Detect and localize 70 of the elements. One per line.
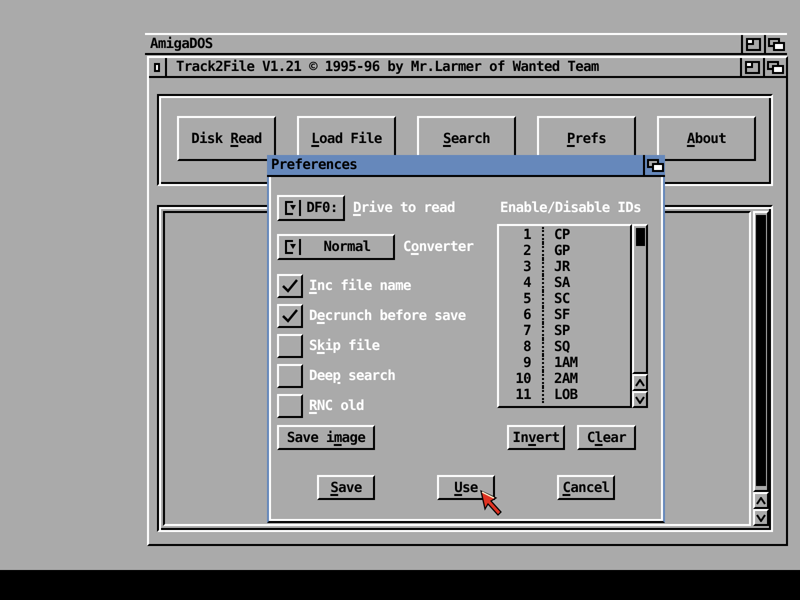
- down-chevron-icon: [756, 514, 766, 522]
- down-chevron-icon: [635, 396, 645, 404]
- depth-button[interactable]: [643, 155, 665, 175]
- scroll-up-button[interactable]: [632, 374, 648, 391]
- id-name[interactable]: SP: [542, 323, 570, 339]
- scroll-up-button[interactable]: [753, 492, 769, 509]
- zoom-button[interactable]: [741, 35, 764, 53]
- screen-title: AmigaDOS: [149, 36, 213, 52]
- id-number[interactable]: 11: [499, 387, 542, 403]
- overlapping-squares-icon: [768, 38, 785, 50]
- id-name[interactable]: LOB: [542, 387, 578, 403]
- window-title: Track2File V1.21 © 1995-96 by Mr.Larmer of Wanted Team: [175, 59, 599, 75]
- id-name[interactable]: SA: [542, 275, 570, 291]
- id-name[interactable]: 1AM: [542, 355, 578, 371]
- nested-squares-icon: [746, 38, 761, 50]
- checkbox-label: RNC old: [309, 398, 364, 414]
- id-name[interactable]: JR: [542, 259, 570, 275]
- id-number[interactable]: 1: [499, 227, 542, 243]
- depth-button[interactable]: [764, 35, 787, 53]
- scroll-down-button[interactable]: [753, 509, 769, 526]
- overlapping-squares-icon: [646, 158, 664, 172]
- list-button[interactable]: Clear: [577, 425, 636, 450]
- id-name[interactable]: GP: [542, 243, 570, 259]
- action-button[interactable]: About: [657, 116, 756, 161]
- id-number[interactable]: 7: [499, 323, 542, 339]
- checkbox-label: Skip file: [309, 338, 380, 354]
- depth-button[interactable]: [763, 58, 786, 76]
- checkbox-label: Deep search: [309, 368, 396, 384]
- checkbox[interactable]: [277, 304, 303, 328]
- checkbox-label: Inc file name: [309, 278, 411, 294]
- cycle-label: Converter: [403, 239, 474, 255]
- id-number[interactable]: 9: [499, 355, 542, 371]
- id-number[interactable]: 3: [499, 259, 542, 275]
- dialog-button[interactable]: Use: [437, 475, 495, 500]
- checkbox[interactable]: [277, 274, 303, 298]
- id-name[interactable]: 2AM: [542, 371, 578, 387]
- id-number[interactable]: 10: [499, 371, 542, 387]
- close-icon: [154, 62, 160, 72]
- nested-squares-icon: [745, 60, 760, 74]
- cycle-icon: [284, 239, 296, 255]
- cycle-button[interactable]: DF0:: [277, 195, 345, 221]
- save-image-button[interactable]: Save image: [277, 425, 375, 450]
- checkbox[interactable]: [277, 334, 303, 358]
- id-name[interactable]: CP: [542, 227, 570, 243]
- list-button[interactable]: Invert: [507, 425, 565, 450]
- checkbox[interactable]: [277, 394, 303, 418]
- id-number[interactable]: 2: [499, 243, 542, 259]
- cycle-button[interactable]: Normal: [277, 234, 395, 260]
- id-number[interactable]: 8: [499, 339, 542, 355]
- cycle-icon: [284, 200, 296, 216]
- checkmark-icon: [282, 309, 298, 323]
- id-number[interactable]: 6: [499, 307, 542, 323]
- checkbox-label: Decrunch before save: [309, 308, 466, 324]
- up-chevron-icon: [635, 378, 645, 386]
- scroll-down-button[interactable]: [632, 391, 648, 408]
- up-chevron-icon: [756, 496, 766, 504]
- checkbox[interactable]: [277, 364, 303, 388]
- dialog-button[interactable]: Save: [317, 475, 375, 500]
- id-name[interactable]: SC: [542, 291, 570, 307]
- zoom-button[interactable]: [740, 58, 763, 76]
- overlapping-squares-icon: [767, 60, 784, 74]
- id-number[interactable]: 5: [499, 291, 542, 307]
- mouse-pointer-icon: [480, 490, 504, 516]
- id-name[interactable]: SQ: [542, 339, 570, 355]
- cycle-label: Drive to read: [353, 200, 455, 216]
- id-number[interactable]: 4: [499, 275, 542, 291]
- dialog-button[interactable]: Cancel: [557, 475, 615, 500]
- id-name[interactable]: SF: [542, 307, 570, 323]
- checkmark-icon: [282, 279, 298, 293]
- list-title: Enable/Disable IDs: [499, 199, 642, 218]
